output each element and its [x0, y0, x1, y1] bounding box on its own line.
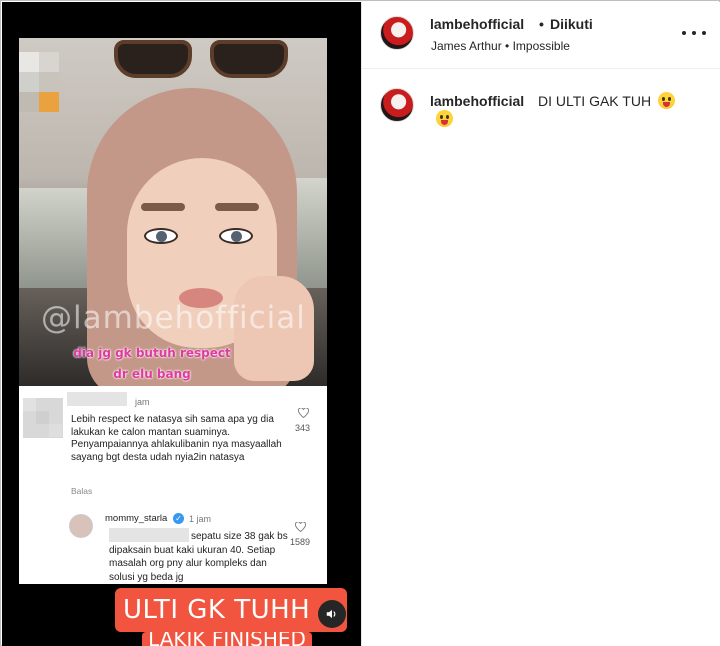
tongue-wink-emoji-icon — [658, 92, 675, 109]
comment-avatar-blurred — [23, 398, 63, 438]
sunglasses-lens-right — [210, 40, 288, 78]
car-window-left — [19, 188, 89, 288]
post-media[interactable]: @lambehofficial dia jg gk butuh respect … — [2, 2, 361, 646]
profile-avatar[interactable] — [380, 16, 414, 50]
pixelated-censor — [19, 52, 79, 112]
video-caption-line2: LAKIK FINISHED — [142, 632, 312, 646]
header-username[interactable]: lambehofficial — [430, 16, 524, 32]
post-details-panel: lambehofficial • Diikuti James Arthur • … — [361, 2, 720, 646]
caption-avatar[interactable] — [380, 88, 414, 122]
audio-track-link[interactable]: James Arthur • Impossible — [431, 39, 570, 53]
video-overlay-text: dia jg gk butuh respect dr elu bang — [73, 346, 231, 381]
heart-icon — [295, 521, 306, 533]
comment-reply-link: Balas — [71, 486, 93, 496]
video-caption-line1: ULTI GK TUHH — [115, 588, 347, 632]
video-frame: @lambehofficial dia jg gk butuh respect … — [19, 38, 327, 386]
reply-avatar — [69, 514, 93, 538]
reply-like-count: 1589 — [290, 537, 311, 547]
comment-screenshot: jam Lebih respect ke natasya sih sama ap… — [19, 386, 327, 584]
left-eyebrow — [141, 203, 185, 211]
comment-time: jam — [135, 397, 150, 407]
right-eyebrow — [215, 203, 259, 211]
sunglasses-lens-left — [114, 40, 192, 78]
tongue-wink-emoji-icon — [436, 110, 453, 127]
left-eye — [144, 228, 178, 244]
heart-icon — [298, 407, 309, 419]
header-separator: • — [539, 16, 544, 32]
sunglasses — [114, 38, 292, 80]
reply-username: mommy_starla — [105, 513, 168, 524]
comment-like-count: 343 — [295, 423, 311, 433]
caption-text: DI ULTI GAK TUH — [538, 93, 652, 109]
speaker-icon[interactable] — [318, 600, 346, 628]
right-eye — [219, 228, 253, 244]
verified-badge-icon: ✓ — [173, 513, 184, 524]
post-dialog: @lambehofficial dia jg gk butuh respect … — [0, 0, 720, 646]
reply-text: sepatu size 38 gak bs dipaksain buat kak… — [109, 531, 288, 583]
follow-status-button[interactable]: Diikuti — [550, 16, 593, 32]
reply-time: 1 jam — [189, 514, 212, 524]
post-header: lambehofficial • Diikuti James Arthur • … — [362, 2, 720, 69]
comment-username-blurred — [67, 392, 127, 406]
watermark: @lambehofficial — [41, 300, 306, 336]
more-options-icon[interactable] — [682, 24, 706, 42]
caption-username[interactable]: lambehofficial — [430, 93, 524, 109]
comment-text: Lebih respect ke natasya sih sama apa yg… — [71, 414, 282, 463]
